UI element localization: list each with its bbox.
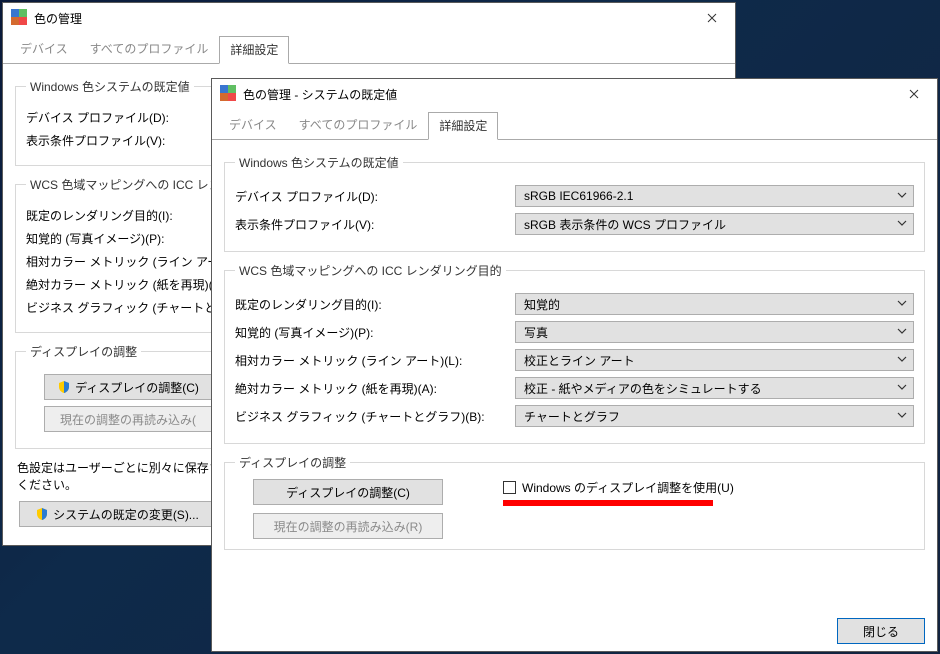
group-display-legend: ディスプレイの調整 bbox=[235, 454, 350, 471]
tab-advanced[interactable]: 詳細設定 bbox=[428, 112, 498, 140]
close-icon[interactable] bbox=[689, 3, 735, 33]
viewing-cond-label: 表示条件プロファイル(V): bbox=[235, 216, 515, 233]
chevron-down-icon bbox=[897, 217, 907, 231]
reload-button: 現在の調整の再読み込み(R) bbox=[253, 513, 443, 539]
default-rendering-select[interactable]: 知覚的 bbox=[515, 293, 914, 315]
group-wcs-legend: WCS 色域マッピングへの ICC レンダリング目的 bbox=[235, 262, 506, 279]
calibrate-button[interactable]: ディスプレイの調整(C) bbox=[253, 479, 443, 505]
abscol-select[interactable]: 校正 - 紙やメディアの色をシミュレートする bbox=[515, 377, 914, 399]
back-titlebar: 色の管理 bbox=[3, 3, 735, 33]
calibrate-button-label: ディスプレイの調整(C) bbox=[75, 379, 199, 396]
front-tabs: デバイス すべてのプロファイル 詳細設定 bbox=[212, 109, 937, 139]
relcol-label: 相対カラー メトリック (ライン アート)(L): bbox=[235, 352, 515, 369]
reload-button-label: 現在の調整の再読み込み(R) bbox=[274, 518, 423, 535]
device-profile-select[interactable]: sRGB IEC61966-2.1 bbox=[515, 185, 914, 207]
sysdefault-button[interactable]: システムの既定の変更(S)... bbox=[19, 501, 215, 527]
reload-button-label: 現在の調整の再読み込み( bbox=[60, 411, 196, 428]
chevron-down-icon bbox=[897, 189, 907, 203]
tab-advanced[interactable]: 詳細設定 bbox=[219, 36, 289, 64]
relcol-value: 校正とライン アート bbox=[524, 352, 635, 369]
front-title: 色の管理 - システムの既定値 bbox=[243, 86, 397, 103]
chevron-down-icon bbox=[897, 353, 907, 367]
app-icon bbox=[220, 85, 236, 104]
perceptual-value: 写真 bbox=[524, 324, 548, 341]
default-rendering-value: 知覚的 bbox=[524, 296, 560, 313]
shield-icon bbox=[57, 380, 71, 394]
tab-profiles[interactable]: すべてのプロファイル bbox=[288, 111, 429, 139]
chevron-down-icon bbox=[897, 409, 907, 423]
perceptual-label: 知覚的 (写真イメージ)(P): bbox=[235, 324, 515, 341]
group-defaults-legend: Windows 色システムの既定値 bbox=[235, 154, 403, 171]
reload-button: 現在の調整の再読み込み( bbox=[44, 406, 212, 432]
close-button[interactable]: 閉じる bbox=[837, 618, 925, 644]
calibrate-button[interactable]: ディスプレイの調整(C) bbox=[44, 374, 212, 400]
use-windows-checkbox-row[interactable]: Windows のディスプレイ調整を使用(U) bbox=[503, 479, 734, 496]
default-rendering-label: 既定のレンダリング目的(I): bbox=[235, 296, 515, 313]
back-title: 色の管理 bbox=[34, 10, 82, 27]
device-profile-value: sRGB IEC61966-2.1 bbox=[524, 189, 633, 203]
viewing-cond-value: sRGB 表示条件の WCS プロファイル bbox=[524, 216, 726, 233]
back-tabs: デバイス すべてのプロファイル 詳細設定 bbox=[3, 33, 735, 63]
use-windows-label: Windows のディスプレイ調整を使用(U) bbox=[522, 479, 734, 496]
highlight-bar bbox=[503, 500, 713, 506]
chevron-down-icon bbox=[897, 297, 907, 311]
close-button-label: 閉じる bbox=[863, 623, 899, 640]
bizgfx-value: チャートとグラフ bbox=[524, 408, 620, 425]
back-group-defaults-legend: Windows 色システムの既定値 bbox=[26, 78, 194, 95]
tab-profiles[interactable]: すべてのプロファイル bbox=[79, 35, 220, 63]
shield-icon bbox=[35, 507, 49, 521]
close-icon[interactable] bbox=[891, 79, 937, 109]
device-profile-label: デバイス プロファイル(D): bbox=[235, 188, 515, 205]
bizgfx-select[interactable]: チャートとグラフ bbox=[515, 405, 914, 427]
back-group-display-legend: ディスプレイの調整 bbox=[26, 343, 141, 360]
front-window: 色の管理 - システムの既定値 デバイス すべてのプロファイル 詳細設定 Win… bbox=[211, 78, 938, 652]
calibrate-button-label: ディスプレイの調整(C) bbox=[286, 484, 410, 501]
abscol-label: 絶対カラー メトリック (紙を再現)(A): bbox=[235, 380, 515, 397]
abscol-value: 校正 - 紙やメディアの色をシミュレートする bbox=[524, 380, 762, 397]
bizgfx-label: ビジネス グラフィック (チャートとグラフ)(B): bbox=[235, 408, 515, 425]
viewing-cond-select[interactable]: sRGB 表示条件の WCS プロファイル bbox=[515, 213, 914, 235]
relcol-select[interactable]: 校正とライン アート bbox=[515, 349, 914, 371]
chevron-down-icon bbox=[897, 325, 907, 339]
group-defaults: Windows 色システムの既定値 デバイス プロファイル(D): sRGB I… bbox=[224, 154, 925, 252]
group-display: ディスプレイの調整 ディスプレイの調整(C) 現在の調整の再読み込み(R) Wi… bbox=[224, 454, 925, 550]
perceptual-select[interactable]: 写真 bbox=[515, 321, 914, 343]
sysdefault-button-label: システムの既定の変更(S)... bbox=[53, 506, 199, 523]
chevron-down-icon bbox=[897, 381, 907, 395]
tab-devices[interactable]: デバイス bbox=[218, 111, 288, 139]
checkbox-icon[interactable] bbox=[503, 481, 516, 494]
front-titlebar: 色の管理 - システムの既定値 bbox=[212, 79, 937, 109]
tab-devices[interactable]: デバイス bbox=[9, 35, 79, 63]
app-icon bbox=[11, 9, 27, 28]
group-wcs: WCS 色域マッピングへの ICC レンダリング目的 既定のレンダリング目的(I… bbox=[224, 262, 925, 444]
